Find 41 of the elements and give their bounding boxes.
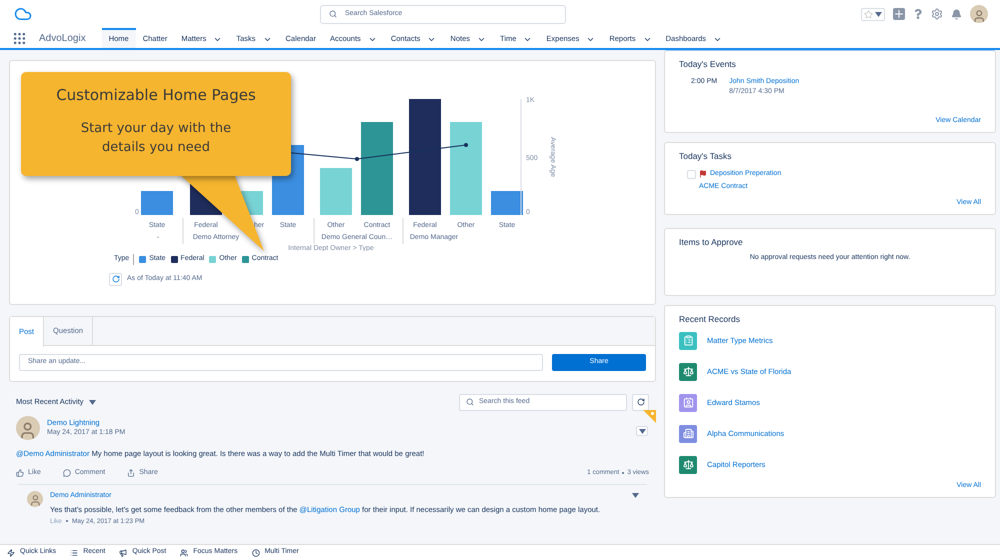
search-icon — [466, 398, 474, 406]
help-icon[interactable] — [913, 9, 923, 19]
post-menu-button[interactable] — [636, 426, 648, 436]
logo-icon — [12, 5, 34, 23]
refresh-button[interactable] — [632, 394, 649, 410]
card-title: Recent Records — [679, 313, 741, 326]
bar — [141, 191, 173, 215]
commenter-avatar — [27, 491, 43, 507]
share-icon — [127, 469, 136, 477]
bolt-icon — [7, 548, 15, 556]
list-icon — [70, 548, 78, 556]
card-title: Today's Events — [679, 58, 737, 71]
search-icon — [329, 10, 337, 18]
users-icon — [180, 548, 188, 556]
callout-title: Customizable Home Pages — [56, 85, 256, 106]
author-avatar — [16, 416, 40, 440]
app-launcher-icon[interactable] — [12, 30, 27, 46]
clock-icon — [252, 548, 260, 556]
callout-text: Start your day with the details you need — [80, 120, 232, 156]
refresh-icon — [112, 275, 120, 283]
like-icon — [16, 469, 24, 477]
star-icon — [864, 10, 873, 18]
bar — [320, 168, 352, 215]
refresh-button[interactable] — [109, 272, 122, 286]
app-name: AdvoLogix — [39, 32, 86, 46]
card-title: Today's Tasks — [679, 150, 732, 163]
caret-icon — [638, 428, 646, 434]
megaphone-icon — [119, 548, 128, 556]
comment-icon — [62, 469, 71, 477]
dropdown-icon — [88, 400, 96, 404]
favorites-button[interactable] — [861, 8, 885, 20]
caret-icon — [875, 12, 882, 16]
refresh-icon — [636, 398, 644, 406]
bell-icon[interactable] — [951, 8, 962, 20]
card-title: Items to Approve — [679, 236, 744, 249]
comment-menu-icon — [632, 493, 639, 498]
task-checkbox[interactable] — [687, 170, 696, 178]
settings-icon[interactable] — [931, 8, 943, 20]
bar — [491, 191, 523, 215]
add-icon[interactable] — [893, 8, 905, 20]
user-avatar — [970, 5, 988, 23]
